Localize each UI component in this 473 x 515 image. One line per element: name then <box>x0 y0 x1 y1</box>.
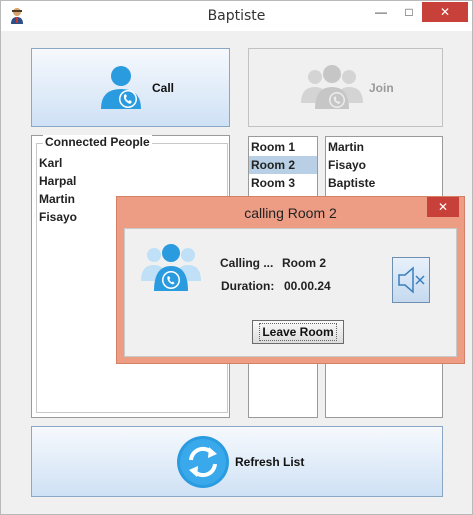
refresh-list-label: Refresh List <box>235 454 305 469</box>
room-item[interactable]: Room 3 <box>249 174 317 192</box>
maximize-button[interactable]: □ <box>396 1 422 23</box>
speaker-muted-icon <box>398 266 425 294</box>
call-button[interactable]: Call <box>31 48 230 127</box>
minimize-icon: — <box>375 5 387 19</box>
join-button-label: Join <box>369 80 394 95</box>
member-item[interactable]: Baptiste <box>326 174 442 192</box>
refresh-icon <box>177 435 229 488</box>
maximize-icon: □ <box>405 5 413 19</box>
calling-room-value: Room 2 <box>282 256 327 270</box>
calling-dialog: calling Room 2 ✕ Calling ... Room 2 Dura… <box>116 196 465 364</box>
title-bar: Baptiste — □ ✕ <box>1 1 472 31</box>
leave-room-button[interactable]: Leave Room <box>252 320 344 344</box>
member-item[interactable]: Martin <box>326 138 442 156</box>
connected-people-legend: Connected People <box>43 135 152 149</box>
call-button-label: Call <box>152 80 175 95</box>
duration-value: 00.00.24 <box>284 279 331 293</box>
group-phone-icon <box>141 244 201 291</box>
member-item[interactable]: Fisayo <box>326 156 442 174</box>
mute-button[interactable] <box>392 257 430 303</box>
close-icon: ✕ <box>439 5 451 19</box>
person-phone-icon <box>101 65 141 109</box>
leave-room-label: Leave Room <box>259 323 337 341</box>
refresh-list-button[interactable]: Refresh List <box>31 426 443 497</box>
group-phone-icon <box>301 64 363 109</box>
close-icon: ✕ <box>437 200 449 214</box>
minimize-button[interactable]: — <box>367 1 395 23</box>
list-item[interactable]: Harpal <box>37 172 225 190</box>
room-item[interactable]: Room 1 <box>249 138 317 156</box>
room-item-selected[interactable]: Room 2 <box>249 156 317 174</box>
duration-label: Duration: <box>221 279 275 293</box>
dialog-title: calling Room 2 <box>244 205 337 221</box>
dialog-close-button[interactable]: ✕ <box>427 197 459 217</box>
list-item[interactable]: Karl <box>37 154 225 172</box>
calling-label: Calling ... <box>220 256 274 270</box>
dialog-body: Calling ... Room 2 Duration: 00.00.24 Le… <box>124 228 457 357</box>
close-button[interactable]: ✕ <box>422 2 468 22</box>
join-button[interactable]: Join <box>248 48 443 127</box>
